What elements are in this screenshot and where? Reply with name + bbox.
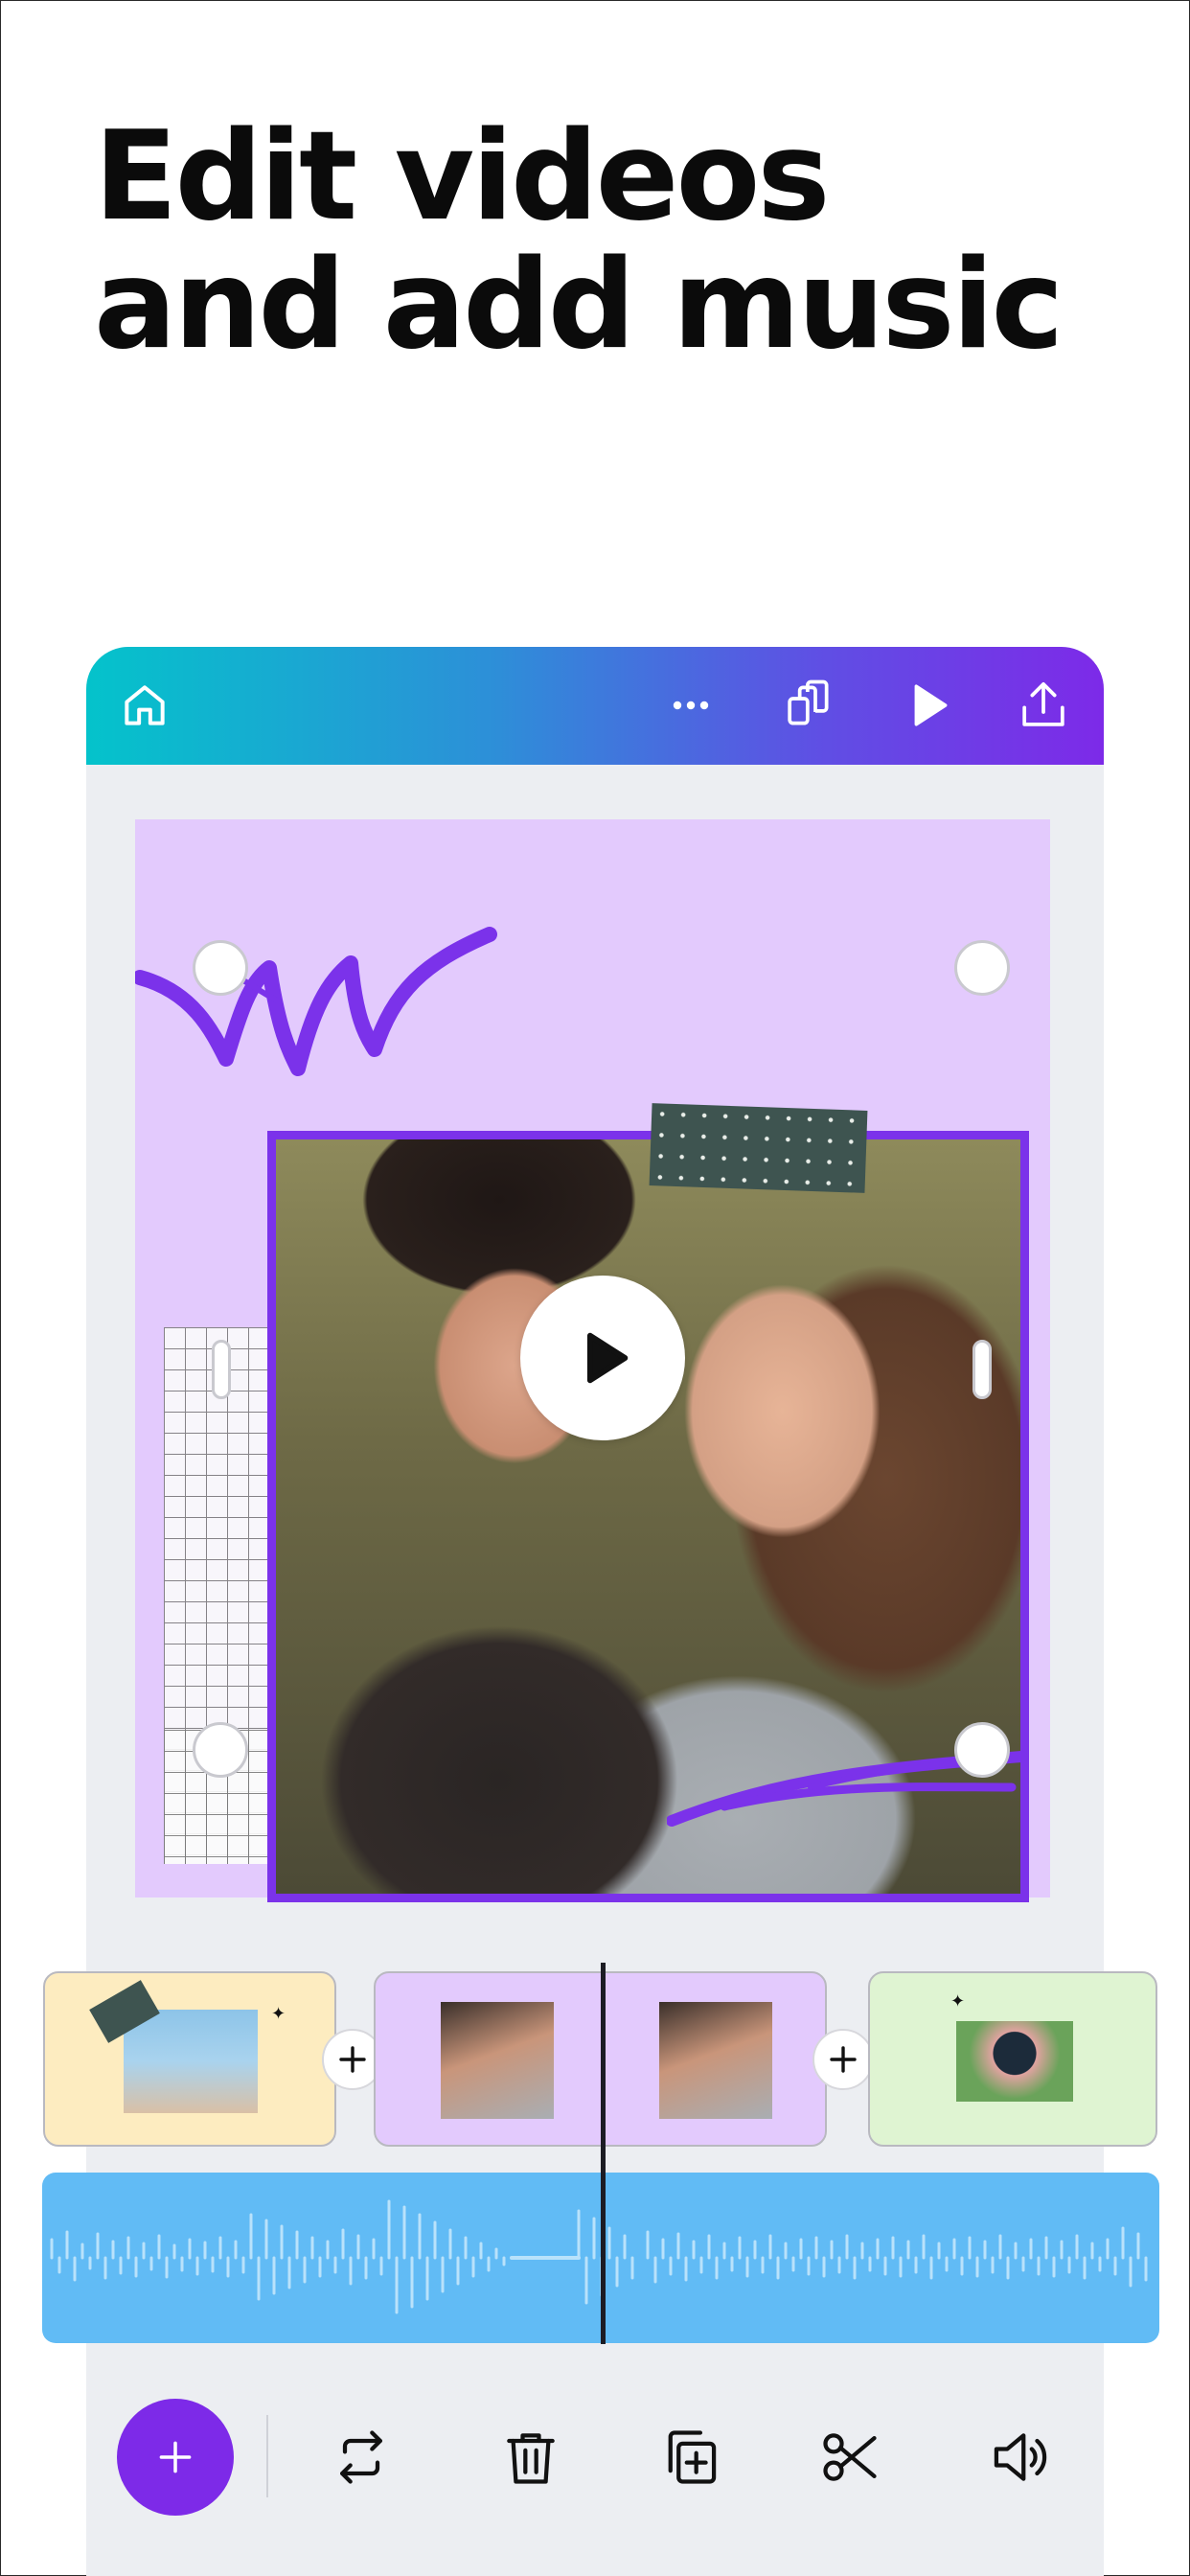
resize-handle-top-right[interactable] — [954, 940, 1010, 996]
pages-button[interactable] — [777, 674, 840, 737]
sparkle-icon: ✦ — [271, 2004, 286, 2024]
delete-button[interactable] — [494, 2421, 567, 2494]
add-element-button[interactable] — [117, 2399, 234, 2516]
purple-scribble-top[interactable] — [135, 925, 499, 1116]
headline-line-2: and add music — [94, 234, 1064, 377]
plus-icon — [339, 2046, 366, 2073]
duplicate-button[interactable] — [654, 2421, 727, 2494]
home-icon — [125, 685, 165, 725]
add-transition-button-2[interactable] — [812, 2029, 874, 2090]
play-icon — [586, 1332, 629, 1384]
delete-icon — [507, 2433, 555, 2484]
scissors-icon — [823, 2433, 877, 2481]
clip-thumbnail — [441, 2002, 554, 2119]
share-button[interactable] — [1012, 674, 1075, 737]
volume-button[interactable] — [983, 2421, 1056, 2494]
editor-header — [86, 647, 1104, 765]
washi-tape-sticker[interactable] — [649, 1103, 868, 1193]
share-icon — [1022, 681, 1064, 726]
resize-handle-right[interactable] — [973, 1340, 992, 1399]
video-play-button[interactable] — [520, 1276, 685, 1440]
timeline-clip-1[interactable]: ✦ — [43, 1971, 336, 2147]
replace-button[interactable] — [325, 2421, 398, 2494]
resize-handle-top-left[interactable] — [193, 940, 248, 996]
play-preview-button[interactable] — [896, 674, 959, 737]
more-icon — [673, 701, 709, 710]
headline: Edit videos and add music — [94, 113, 1148, 370]
resize-handle-left[interactable] — [212, 1340, 231, 1399]
timeline-playhead[interactable] — [601, 1963, 606, 2344]
timeline-clip-4[interactable]: ✦ — [868, 1971, 1157, 2147]
split-button[interactable] — [813, 2421, 886, 2494]
sparkle-icon: ✦ — [950, 1991, 966, 2012]
duplicate-icon — [668, 2430, 717, 2484]
play-icon — [914, 684, 948, 726]
resize-handle-bottom-right[interactable] — [954, 1722, 1010, 1778]
clip-thumbnail — [956, 2021, 1073, 2102]
add-icon — [159, 2441, 192, 2473]
more-button[interactable] — [659, 674, 722, 737]
replace-icon — [340, 2430, 382, 2484]
resize-handle-bottom-left[interactable] — [193, 1722, 248, 1778]
pages-icon — [788, 679, 829, 725]
clip-thumbnail — [124, 2010, 258, 2113]
toolbar-divider — [266, 2415, 268, 2497]
headline-line-1: Edit videos — [94, 105, 831, 248]
clip-thumbnail — [659, 2002, 772, 2119]
plus-icon — [830, 2046, 857, 2073]
home-button[interactable] — [113, 674, 176, 737]
volume-icon — [994, 2433, 1047, 2481]
